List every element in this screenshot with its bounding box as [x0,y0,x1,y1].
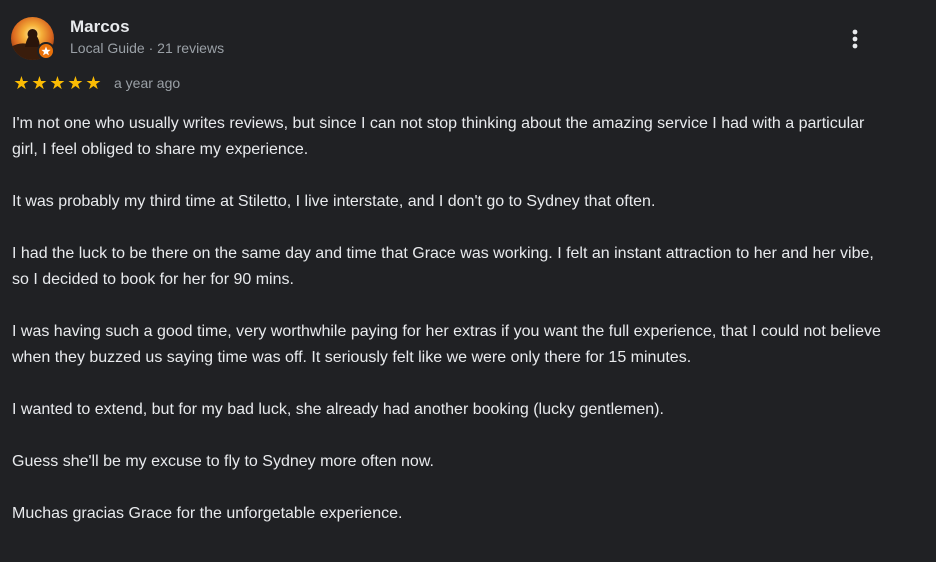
review-date: a year ago [114,75,181,91]
avatar-photo-icon [11,17,55,60]
star-icon: ★ [31,73,47,93]
star-icon: ★ [67,73,83,93]
more-vert-icon [852,29,858,49]
local-guide-badge-icon [37,42,55,60]
more-options-button[interactable] [842,26,868,54]
review-paragraph: Guess she'll be my excuse to fly to Sydn… [12,453,434,470]
review-paragraph: I wanted to extend, but for my bad luck,… [12,401,664,418]
rating-row: ★ ★ ★ ★ ★ a year ago [12,73,180,93]
review-paragraph: I'm not one who usually writes reviews, … [12,115,865,158]
author-name[interactable]: Marcos [70,17,130,37]
review-card: Marcos Local Guide · 21 reviews ★ ★ ★ ★ ★ a … [0,0,936,562]
author-avatar[interactable] [11,17,55,60]
review-paragraph: It was probably my third time at Stilett… [12,193,656,210]
star-icon: ★ [13,73,29,93]
review-paragraph: I had the luck to be there on the same d… [12,245,874,288]
review-paragraph: I was having such a good time, very wort… [12,323,881,366]
author-meta[interactable]: Local Guide · 21 reviews [70,39,224,57]
star-rating: ★ ★ ★ ★ ★ [12,73,102,93]
review-text: I'm not one who usually writes reviews, … [12,111,892,553]
review-paragraph: Muchas gracias Grace for the unforgetabl… [12,505,403,522]
star-icon: ★ [49,73,65,93]
star-icon: ★ [85,73,101,93]
